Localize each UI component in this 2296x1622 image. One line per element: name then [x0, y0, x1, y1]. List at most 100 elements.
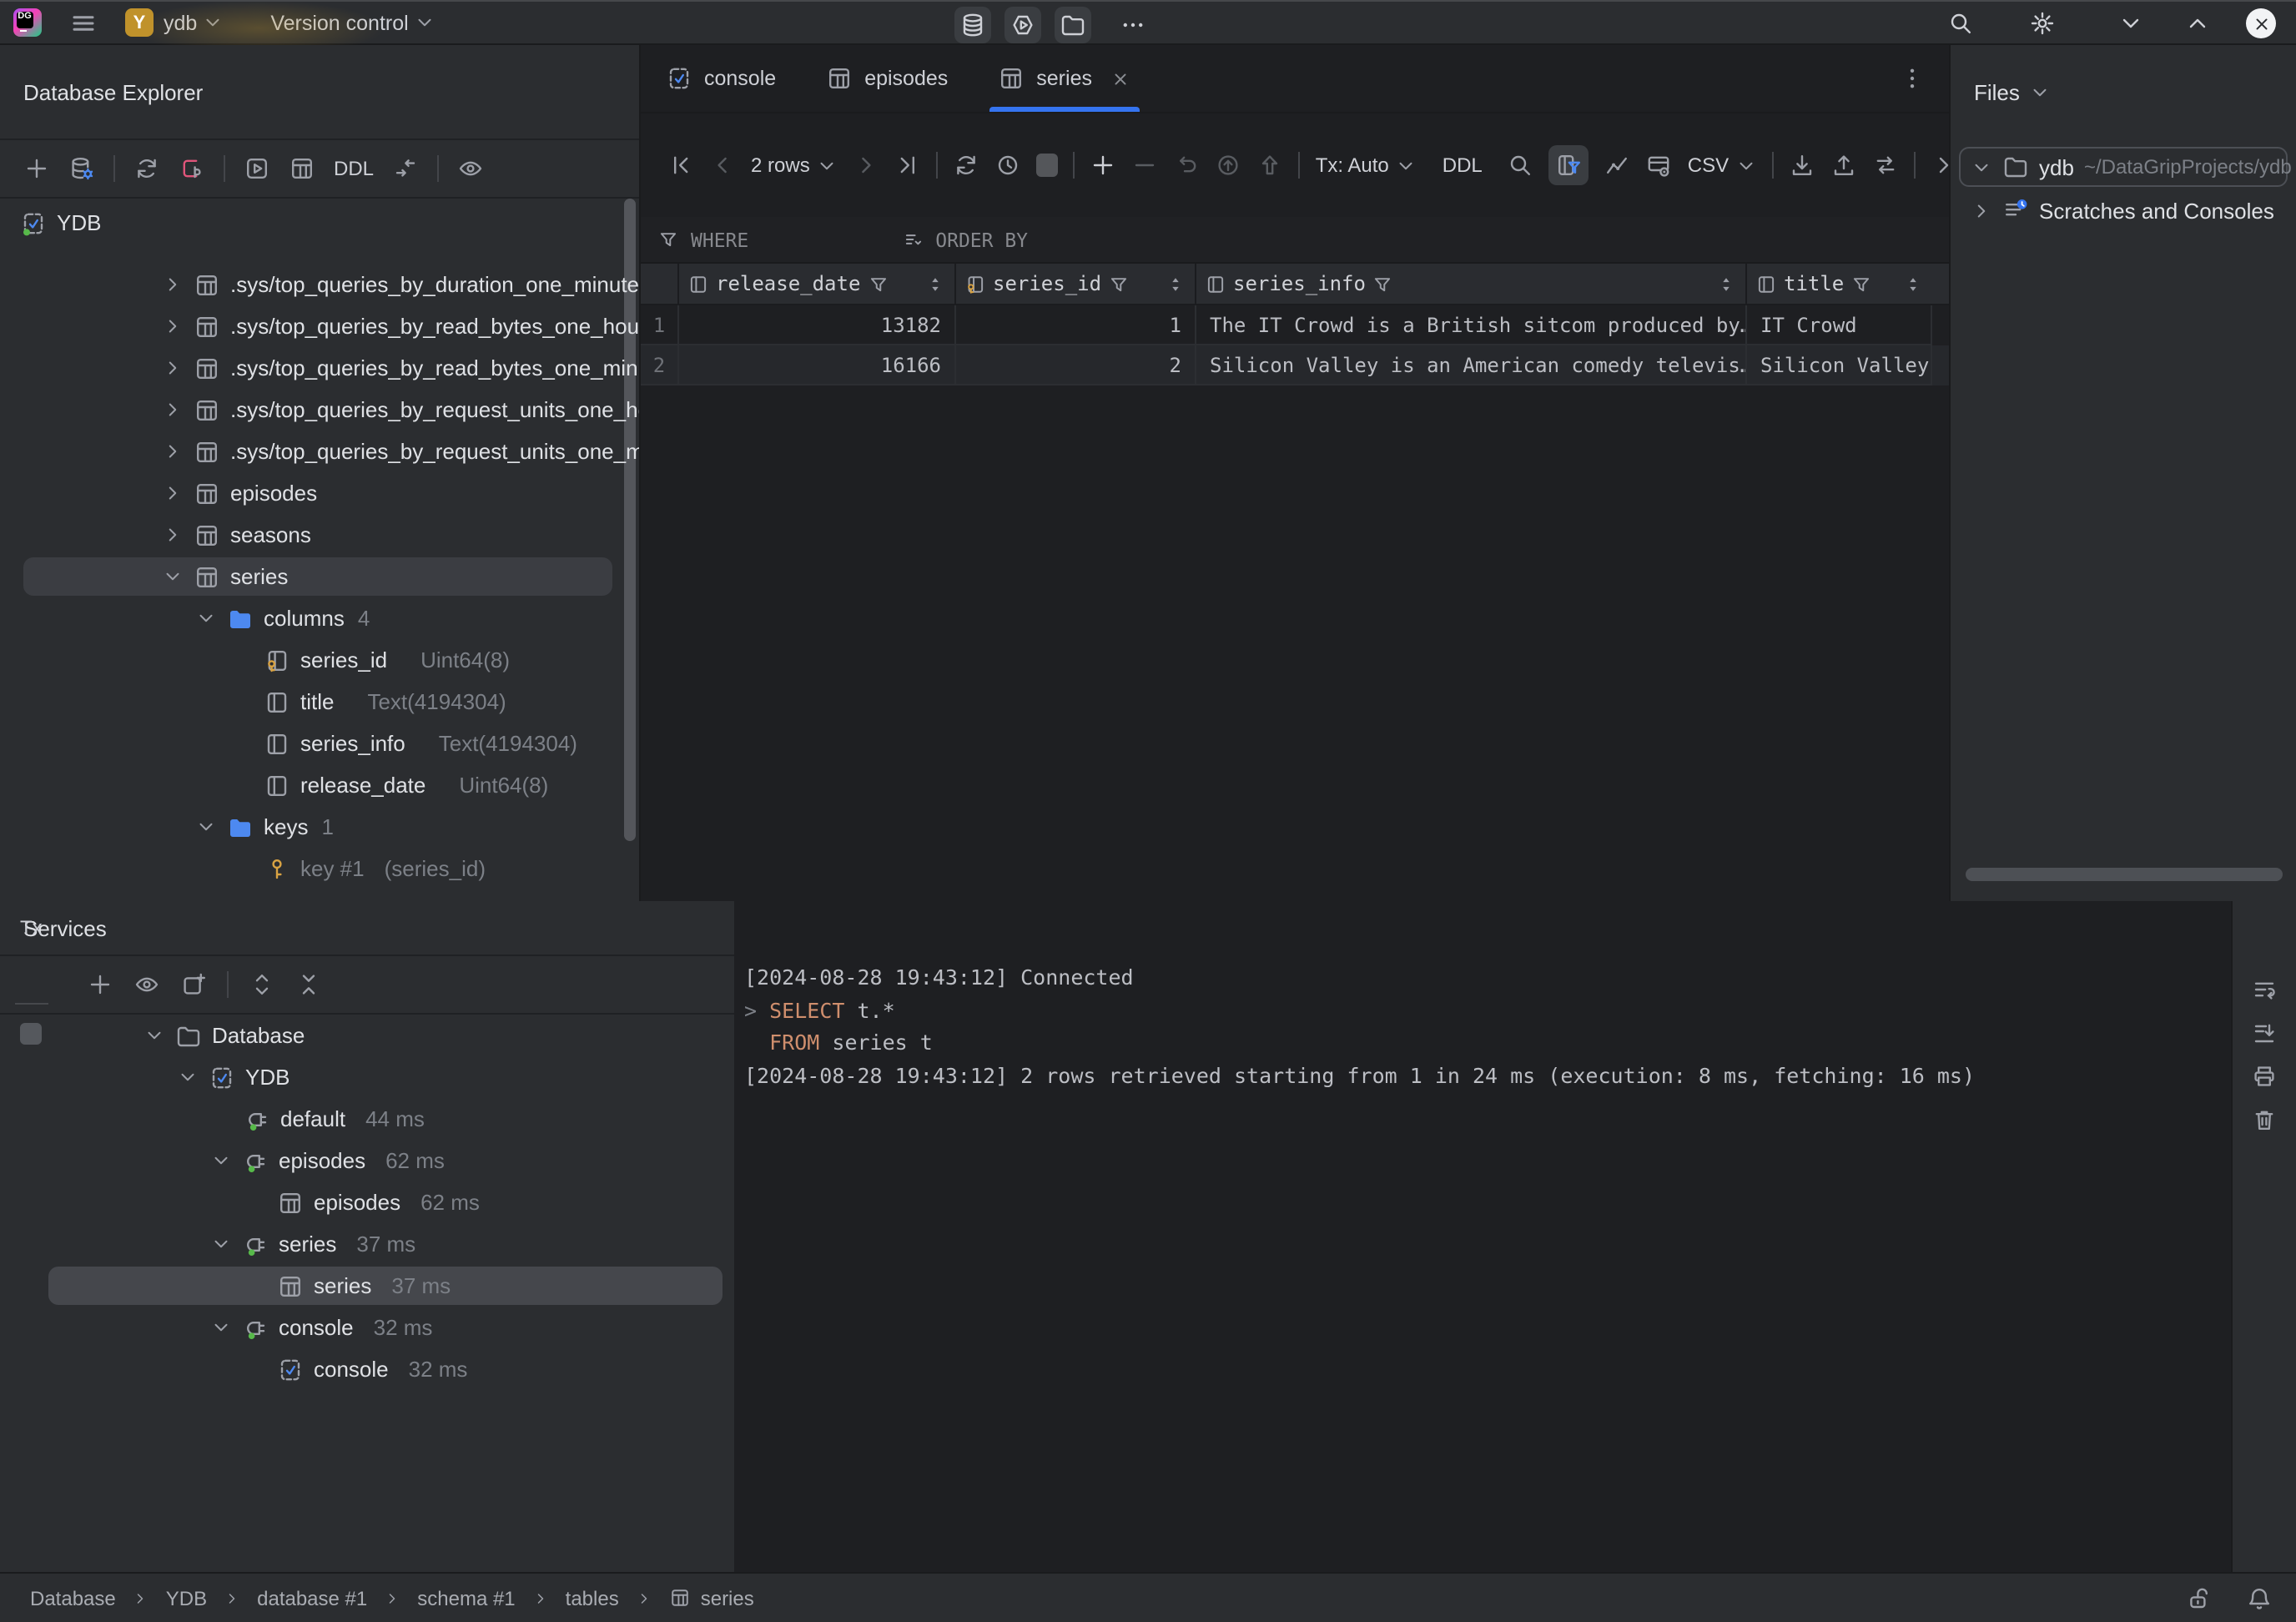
header-series-id[interactable]: series_id — [956, 264, 1196, 304]
cell-title[interactable]: IT Crowd — [1747, 305, 1932, 345]
refresh-icon[interactable] — [133, 155, 160, 182]
tree-item-ydb-root[interactable]: YDB — [0, 202, 639, 244]
datasource-properties-icon[interactable] — [68, 155, 95, 182]
vcs-widget[interactable]: Version control — [260, 11, 435, 34]
main-menu-button[interactable] — [65, 4, 102, 41]
funnel-icon[interactable] — [1108, 273, 1130, 295]
services-item-ydb[interactable]: YDB — [0, 1056, 734, 1098]
tree-item-key[interactable]: key #1 (series_id) — [0, 848, 639, 889]
open-console-icon[interactable] — [244, 155, 270, 182]
clear-output-icon[interactable] — [2251, 1106, 2278, 1133]
row-number[interactable]: 2 — [641, 345, 679, 385]
tree-item-table[interactable]: .sys/top_queries_by_read_bytes_one_minut… — [0, 347, 639, 389]
services-item-session[interactable]: console 32 ms — [0, 1307, 734, 1348]
notifications-bell-icon[interactable] — [2246, 1584, 2273, 1611]
view-options-icon[interactable] — [457, 155, 484, 182]
services-item-session[interactable]: default 44 ms — [0, 1098, 734, 1140]
services-item-database[interactable]: Database — [0, 1015, 734, 1056]
chevron-right-icon[interactable] — [162, 482, 184, 504]
tab-episodes[interactable]: episodes — [801, 45, 973, 112]
tree-item-column[interactable]: title Text(4194304) — [0, 681, 639, 723]
tree-item-table[interactable]: episodes — [0, 472, 639, 514]
tab-console[interactable]: console — [641, 45, 801, 112]
chevron-right-icon[interactable] — [162, 524, 184, 546]
collapse-all-icon[interactable] — [295, 971, 322, 998]
stop-query-button[interactable] — [1037, 154, 1059, 177]
revert-icon[interactable] — [1174, 152, 1201, 179]
cell-title[interactable]: Silicon Valley — [1747, 345, 1932, 385]
filter-button[interactable] — [1549, 145, 1589, 185]
funnel-icon[interactable] — [867, 273, 889, 295]
chevron-down-icon[interactable] — [2030, 81, 2052, 103]
lock-open-icon[interactable] — [2186, 1584, 2213, 1611]
where-field[interactable]: WHERE — [691, 228, 748, 251]
tree-item-column[interactable]: series_id Uint64(8) — [0, 639, 639, 681]
breadcrumb-database1[interactable]: database #1 — [257, 1586, 367, 1609]
tree-item-keys-folder[interactable]: keys 1 — [0, 806, 639, 848]
tab-series[interactable]: series — [973, 45, 1157, 112]
services-item-session[interactable]: series 37 ms — [0, 1223, 734, 1265]
maximize-button[interactable] — [2179, 5, 2216, 42]
tree-item-table[interactable]: .sys/top_queries_by_request_units_one_ho… — [0, 389, 639, 431]
files-item-ydb[interactable]: ydb ~/DataGripProjects/ydb — [1951, 145, 2296, 189]
chevron-down-icon[interactable] — [195, 816, 217, 838]
row-number[interactable]: 1 — [641, 305, 679, 345]
breadcrumb-ydb[interactable]: YDB — [166, 1586, 207, 1609]
export-format-dropdown[interactable]: CSV — [1688, 154, 1757, 177]
add-datasource-icon[interactable] — [23, 155, 50, 182]
project-files-button[interactable] — [1055, 7, 1091, 43]
import-icon[interactable] — [1789, 152, 1815, 179]
cell-series-id[interactable]: 2 — [956, 345, 1196, 385]
tx-gutter-label[interactable]: Tx — [20, 916, 43, 939]
tree-item-columns-folder[interactable]: columns 4 — [0, 597, 639, 639]
breadcrumb-series[interactable]: series — [701, 1586, 754, 1609]
order-by-field[interactable]: ORDER BY — [935, 228, 1028, 251]
settings-button[interactable] — [2024, 5, 2061, 42]
cell-series-info[interactable]: The IT Crowd is a British sitcom produce… — [1196, 305, 1747, 345]
tx-mode-dropdown[interactable]: Tx: Auto — [1316, 154, 1417, 177]
chevron-right-icon[interactable] — [162, 399, 184, 421]
tree-item-column[interactable]: series_info Text(4194304) — [0, 723, 639, 764]
more-actions-button[interactable] — [1115, 7, 1151, 43]
corner-header-cell[interactable] — [641, 264, 679, 304]
cell-series-id[interactable]: 1 — [956, 305, 1196, 345]
soft-wrap-icon[interactable] — [2251, 976, 2278, 1003]
project-widget[interactable]: Y ydb — [125, 8, 224, 37]
scroll-to-end-icon[interactable] — [2251, 1020, 2278, 1046]
header-series-info[interactable]: series_info — [1196, 264, 1747, 304]
chevron-right-icon[interactable] — [1971, 199, 1992, 221]
services-item-console[interactable]: console 32 ms — [0, 1348, 734, 1390]
header-release-date[interactable]: release_date — [679, 264, 956, 304]
chevron-down-icon[interactable] — [1971, 156, 1992, 178]
chevron-down-icon[interactable] — [177, 1066, 199, 1088]
expand-all-icon[interactable] — [249, 971, 275, 998]
cell-release-date[interactable]: 13182 — [679, 305, 956, 345]
add-service-icon[interactable] — [87, 971, 113, 998]
chevron-down-icon[interactable] — [210, 1150, 232, 1171]
submit-icon[interactable] — [1216, 152, 1242, 179]
cell-series-info[interactable]: Silicon Valley is an American comedy tel… — [1196, 345, 1747, 385]
close-window-button[interactable] — [2243, 5, 2279, 42]
page-size-dropdown[interactable]: 2 rows — [751, 154, 838, 177]
chevron-down-icon[interactable] — [195, 607, 217, 629]
open-data-icon[interactable] — [289, 155, 315, 182]
previous-page-icon[interactable] — [709, 152, 736, 179]
files-item-scratches[interactable]: Scratches and Consoles — [1951, 189, 2296, 232]
chevron-down-icon[interactable] — [210, 1317, 232, 1338]
sort-icon[interactable] — [1715, 273, 1737, 295]
chevron-right-icon[interactable] — [162, 274, 184, 295]
first-page-icon[interactable] — [667, 152, 694, 179]
chevron-right-icon[interactable] — [162, 315, 184, 337]
cell-release-date[interactable]: 16166 — [679, 345, 956, 385]
breadcrumb-schema1[interactable]: schema #1 — [417, 1586, 515, 1609]
export-icon[interactable] — [1830, 152, 1857, 179]
chevron-right-icon[interactable] — [162, 441, 184, 462]
services-item-result-selected[interactable]: series 37 ms — [0, 1265, 734, 1307]
find-icon[interactable] — [1508, 152, 1534, 179]
query-history-icon[interactable] — [995, 152, 1022, 179]
add-row-icon[interactable] — [1090, 152, 1117, 179]
chart-view-icon[interactable] — [1604, 152, 1631, 179]
where-funnel-icon[interactable] — [657, 229, 679, 250]
files-horizontal-scrollbar[interactable] — [1966, 868, 2283, 881]
sort-icon[interactable] — [924, 273, 946, 295]
